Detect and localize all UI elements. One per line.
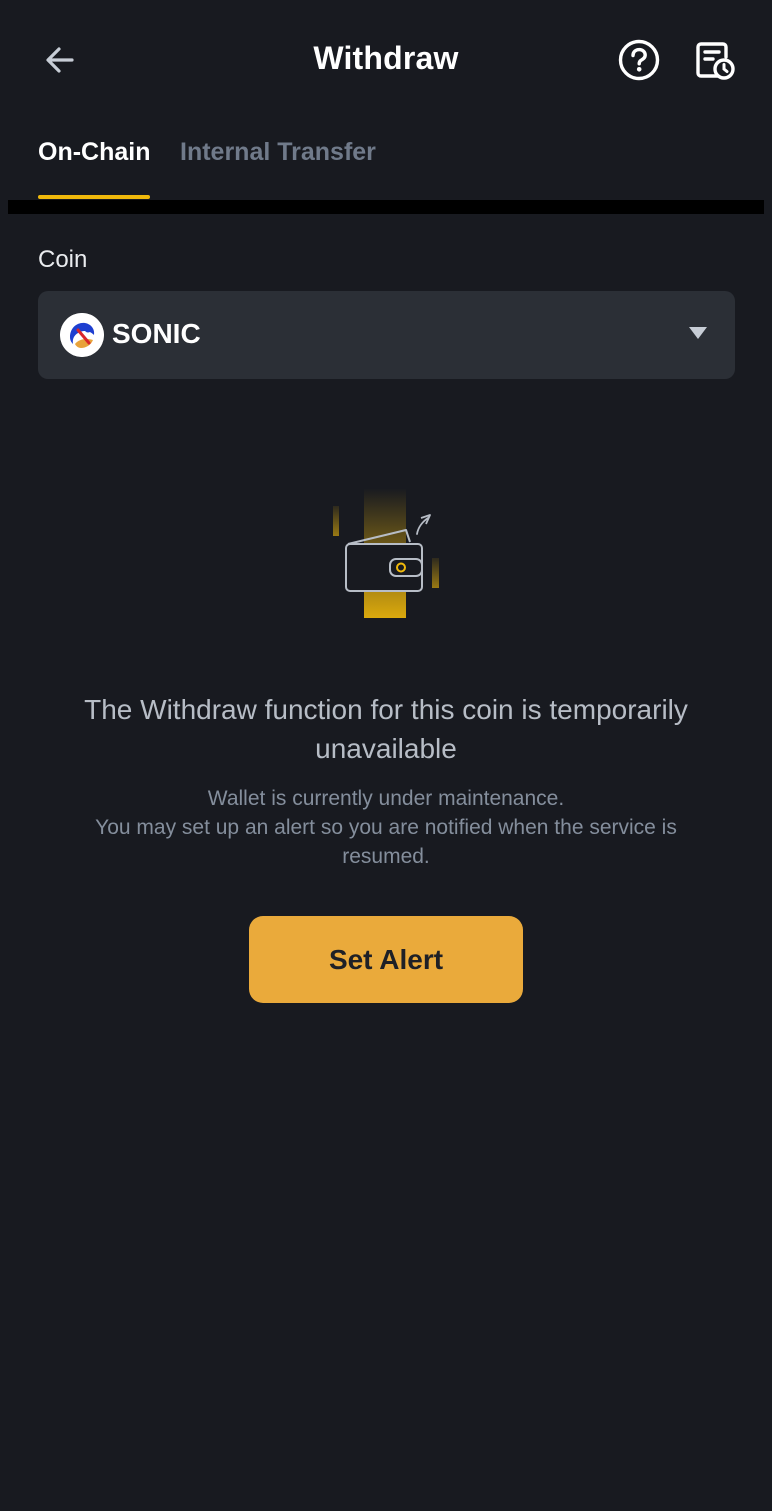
question-circle-icon	[618, 39, 660, 81]
tab-internal-transfer[interactable]: Internal Transfer	[180, 138, 376, 167]
set-alert-button[interactable]: Set Alert	[249, 916, 523, 1003]
coin-select[interactable]: SONIC	[38, 291, 735, 379]
wallet-maintenance-illustration	[326, 488, 446, 620]
active-tab-indicator	[38, 195, 150, 199]
maintenance-line-1: Wallet is currently under maintenance.	[207, 787, 565, 810]
tab-on-chain[interactable]: On-Chain	[38, 138, 151, 167]
unavailable-title: The Withdraw function for this coin is t…	[84, 694, 688, 764]
history-document-icon	[696, 42, 735, 80]
history-button[interactable]	[690, 36, 738, 84]
selected-coin: SONIC	[112, 318, 201, 349]
coin-label: Coin	[38, 246, 88, 273]
maintenance-line-3: resumed.	[342, 845, 430, 868]
help-button[interactable]	[615, 36, 663, 84]
sonic-coin-icon	[60, 313, 104, 357]
header: Withdraw	[0, 0, 772, 120]
caret-down-icon	[689, 327, 707, 339]
maintenance-line-2: You may set up an alert so you are notif…	[95, 816, 677, 839]
maintenance-message: Wallet is currently under maintenance. Y…	[60, 784, 712, 871]
withdraw-tabs: On-Chain Internal Transfer	[0, 122, 772, 202]
tab-divider	[8, 200, 764, 214]
